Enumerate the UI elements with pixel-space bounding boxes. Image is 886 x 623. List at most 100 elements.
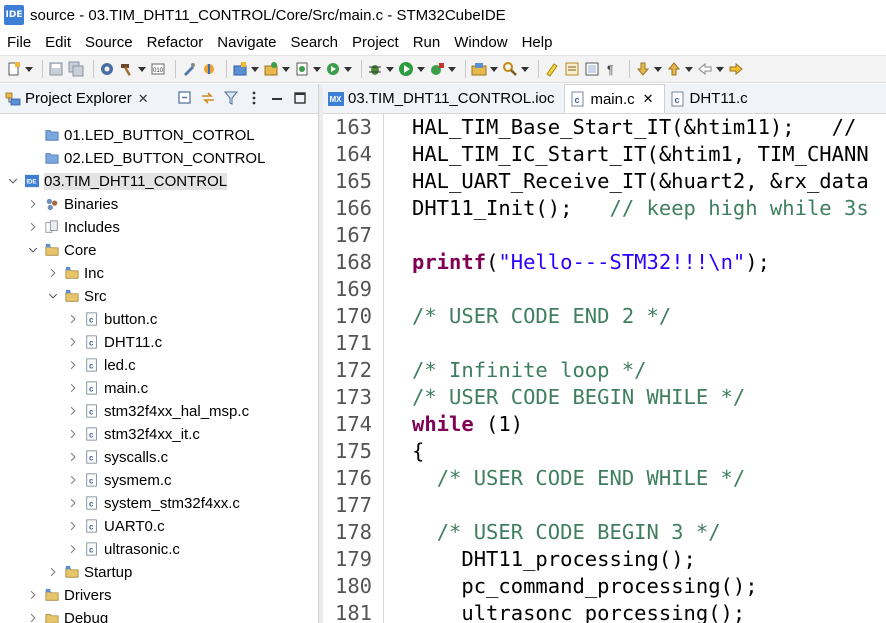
toggle-mark-button[interactable] — [564, 61, 580, 77]
code-line[interactable]: DHT11_Init(); // keep high while 3s — [412, 195, 869, 222]
open-type-button[interactable] — [263, 61, 290, 77]
code-line[interactable]: printf("Hello---STM32!!!\n"); — [412, 249, 770, 276]
chevron-down-icon[interactable] — [716, 66, 724, 72]
highlighter-button[interactable] — [544, 61, 560, 77]
maximize-icon[interactable] — [292, 90, 308, 106]
chevron-down-icon[interactable] — [386, 66, 394, 72]
code-line[interactable]: HAL_TIM_IC_Start_IT(&htim1, TIM_CHANN — [412, 141, 869, 168]
chevron-right-icon[interactable] — [68, 337, 78, 347]
editor-tab[interactable]: c main.c ✕ — [564, 84, 665, 113]
tree-item[interactable]: c ultrasonic.c — [68, 538, 180, 560]
tree-item[interactable]: c UART0.c — [68, 515, 165, 537]
chevron-down-icon[interactable] — [282, 66, 290, 72]
tree-item[interactable]: Includes — [28, 216, 120, 238]
link-with-editor-icon[interactable] — [200, 90, 216, 106]
chevron-right-icon[interactable] — [68, 452, 78, 462]
code-line[interactable]: /* USER CODE END 2 */ — [412, 303, 671, 330]
code-line[interactable]: while (1) — [412, 411, 523, 438]
chevron-right-icon[interactable] — [28, 222, 38, 232]
tree-item[interactable]: Inc — [48, 262, 104, 284]
new-project-button[interactable] — [232, 61, 259, 77]
code-line[interactable]: ultrasonc_porcessing(); — [412, 600, 745, 623]
tree-item[interactable]: c system_stm32f4xx.c — [68, 492, 240, 514]
run-button[interactable] — [398, 61, 425, 77]
chevron-right-icon[interactable] — [68, 406, 78, 416]
menu-window[interactable]: Window — [454, 34, 507, 51]
filter-icon[interactable] — [223, 90, 239, 106]
chevron-right-icon[interactable] — [48, 268, 58, 278]
chevron-down-icon[interactable] — [521, 66, 529, 72]
tree-item[interactable]: Core — [28, 239, 97, 261]
tree-item[interactable]: 01.LED_BUTTON_COTROL — [28, 124, 255, 146]
search-button[interactable] — [502, 61, 529, 77]
tree-item[interactable]: c sysmem.c — [68, 469, 172, 491]
chevron-down-icon[interactable] — [344, 66, 352, 72]
code-line[interactable]: HAL_UART_Receive_IT(&huart2, &rx_data — [412, 168, 869, 195]
run-history-button[interactable] — [325, 61, 352, 77]
chevron-down-icon[interactable] — [25, 66, 33, 72]
chevron-right-icon[interactable] — [28, 613, 38, 623]
pilcrow-button[interactable]: ¶ — [604, 61, 620, 77]
menu-edit[interactable]: Edit — [45, 34, 71, 51]
chevron-right-icon[interactable] — [48, 567, 58, 577]
forward-button[interactable] — [728, 61, 744, 77]
chevron-right-icon[interactable] — [28, 590, 38, 600]
next-annotation-button[interactable] — [635, 61, 662, 77]
chevron-down-icon[interactable] — [685, 66, 693, 72]
code-line[interactable]: /* USER CODE BEGIN WHILE */ — [412, 384, 745, 411]
close-icon[interactable]: ✕ — [138, 91, 149, 107]
debug-config-button[interactable] — [181, 61, 197, 77]
menu-refactor[interactable]: Refactor — [147, 34, 204, 51]
chevron-right-icon[interactable] — [68, 498, 78, 508]
wrench-button[interactable] — [201, 61, 217, 77]
chevron-down-icon[interactable] — [448, 66, 456, 72]
chevron-right-icon[interactable] — [68, 544, 78, 554]
editor-tab[interactable]: c DHT11.c — [665, 84, 758, 113]
code-editor[interactable]: 163 164 165 166 167 168 169 170 171 172 173 174 175 1… — [323, 114, 886, 623]
menu-file[interactable]: File — [7, 34, 31, 51]
tree-item[interactable]: c main.c — [68, 377, 148, 399]
external-tools-button[interactable] — [429, 61, 456, 77]
menu-navigate[interactable]: Navigate — [217, 34, 276, 51]
tree-item[interactable]: c stm32f4xx_hal_msp.c — [68, 400, 249, 422]
new-class-button[interactable] — [294, 61, 321, 77]
code-line[interactable]: /* USER CODE END WHILE */ — [412, 465, 746, 492]
chevron-down-icon[interactable] — [251, 66, 259, 72]
tree-item[interactable]: c button.c — [68, 308, 157, 330]
chevron-right-icon[interactable] — [68, 475, 78, 485]
settings-button[interactable] — [99, 61, 115, 77]
tree-item[interactable]: Src — [48, 285, 107, 307]
chevron-right-icon[interactable] — [28, 199, 38, 209]
chevron-right-icon[interactable] — [68, 521, 78, 531]
code-line[interactable]: /* USER CODE BEGIN 3 */ — [412, 519, 721, 546]
chevron-down-icon[interactable] — [48, 291, 58, 301]
code-line[interactable]: /* Infinite loop */ — [412, 357, 647, 384]
previous-annotation-button[interactable] — [666, 61, 693, 77]
chevron-down-icon[interactable] — [417, 66, 425, 72]
tree-item[interactable]: c led.c — [68, 354, 136, 376]
chevron-down-icon[interactable] — [138, 66, 146, 72]
collapse-all-icon[interactable] — [177, 90, 193, 106]
editor-tab[interactable]: MX 03.TIM_DHT11_CONTROL.ioc — [323, 84, 564, 113]
code-line[interactable]: { — [412, 438, 424, 465]
menu-source[interactable]: Source — [85, 34, 133, 51]
chevron-right-icon[interactable] — [68, 360, 78, 370]
chevron-down-icon[interactable] — [28, 245, 38, 255]
chevron-down-icon[interactable] — [490, 66, 498, 72]
chevron-down-icon[interactable] — [654, 66, 662, 72]
view-menu-icon[interactable] — [246, 90, 262, 106]
tree-item[interactable]: c DHT11.c — [68, 331, 162, 353]
binary-button[interactable]: 010 — [150, 61, 166, 77]
minimize-icon[interactable] — [269, 90, 285, 106]
tree-item[interactable]: Drivers — [28, 584, 112, 606]
tree-item[interactable]: 02.LED_BUTTON_CONTROL — [28, 147, 265, 169]
chevron-down-icon[interactable] — [8, 176, 18, 186]
back-button[interactable] — [697, 61, 724, 77]
tree-item[interactable]: Binaries — [28, 193, 118, 215]
chevron-right-icon[interactable] — [68, 383, 78, 393]
open-perspective-button[interactable] — [471, 61, 498, 77]
chevron-down-icon[interactable] — [313, 66, 321, 72]
new-file-button[interactable] — [6, 61, 33, 77]
tree-item[interactable]: c stm32f4xx_it.c — [68, 423, 200, 445]
toggle-block-button[interactable] — [584, 61, 600, 77]
